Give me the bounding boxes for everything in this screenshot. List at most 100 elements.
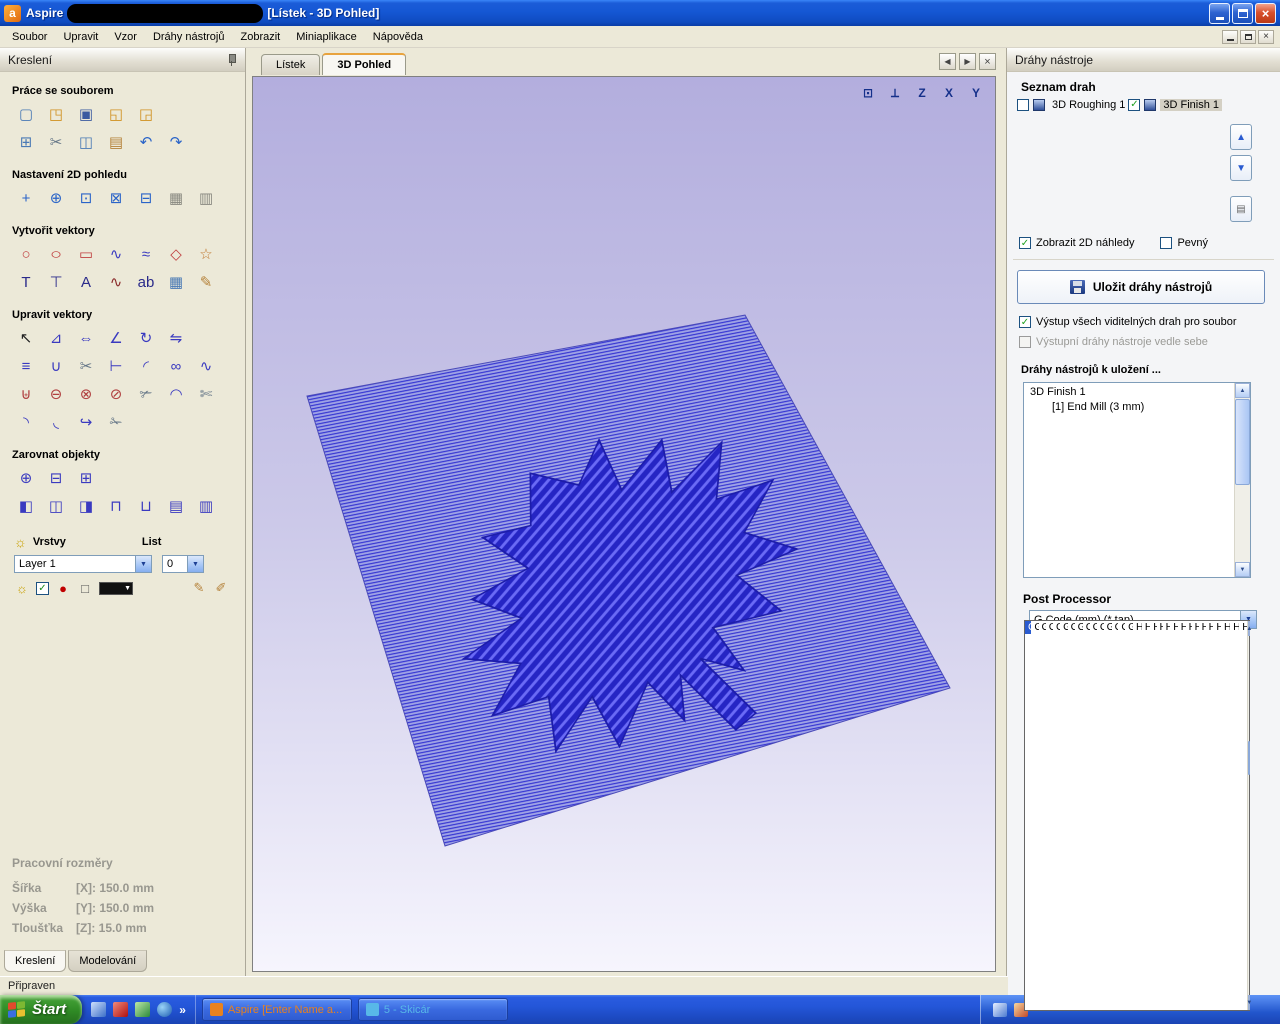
undo-icon[interactable]: ↶ (134, 130, 158, 154)
scroll-down-icon[interactable] (1248, 995, 1250, 1010)
draw-curve-icon[interactable]: ≈ (134, 242, 158, 266)
draw-polygon-icon[interactable]: ◇ (164, 242, 188, 266)
align-top-icon[interactable]: ⊓ (104, 494, 128, 518)
quicklaunch-overflow-chevron[interactable] (179, 1003, 186, 1017)
vector-texture-icon[interactable]: ✎ (194, 270, 218, 294)
menu-soubor[interactable]: Soubor (4, 28, 55, 46)
slice-icon[interactable]: ⊘ (104, 382, 128, 406)
new-file-icon[interactable]: ▢ (14, 102, 38, 126)
layer-edit-table-icon[interactable]: ✎ (191, 580, 207, 596)
array-copy-icon[interactable]: ▦ (164, 270, 188, 294)
guides-icon[interactable]: ▥ (194, 186, 218, 210)
menu-drahy-nastroju[interactable]: Dráhy nástrojů (145, 28, 233, 46)
smooth-icon[interactable]: ∿ (194, 354, 218, 378)
minimize-button[interactable] (1209, 3, 1230, 24)
import-vectors-icon[interactable]: ◱ (104, 102, 128, 126)
toolpath-move-up-button[interactable] (1230, 124, 1252, 150)
doc-tab-close-button[interactable] (979, 53, 996, 70)
3d-viewport[interactable]: ⊡ ⟂ ZXY (252, 76, 996, 972)
quicklaunch-browser-icon[interactable] (157, 1002, 172, 1017)
toolpaths-to-save-list[interactable]: 3D Finish 1[1] End Mill (3 mm) (1023, 382, 1251, 578)
align-left-icon[interactable]: ◧ (14, 494, 38, 518)
snip-icon[interactable]: ✁ (104, 410, 128, 434)
doc-tab-3d-pohled[interactable]: 3D Pohled (322, 53, 406, 75)
draw-text-icon[interactable]: T (14, 270, 38, 294)
align-right-icon[interactable]: ◨ (74, 494, 98, 518)
align-bottom-icon[interactable]: ⊔ (134, 494, 158, 518)
tray-icon-1[interactable] (993, 1003, 1007, 1017)
doc-tab-listek[interactable]: Lístek (261, 54, 320, 75)
chamfer-icon[interactable]: ◟ (44, 410, 68, 434)
menu-napoveda[interactable]: Nápověda (365, 28, 431, 46)
menu-upravit[interactable]: Upravit (55, 28, 106, 46)
mdi-minimize-button[interactable] (1222, 30, 1238, 44)
grid-toggle-icon[interactable]: ▦ (164, 186, 188, 210)
maximize-button[interactable] (1232, 3, 1253, 24)
x-axis-view-icon[interactable]: X (940, 85, 958, 101)
weld-boolean-icon[interactable]: ⊎ (14, 382, 38, 406)
tab-modelovani[interactable]: Modelování (68, 950, 147, 972)
text-spacing-icon[interactable]: ab (134, 270, 158, 294)
menu-zobrazit[interactable]: Zobrazit (233, 28, 289, 46)
menu-miniaplikace[interactable]: Miniaplikace (288, 28, 365, 46)
dropdown-scrollbar[interactable] (1247, 621, 1249, 1010)
zoom-extents-icon[interactable]: ⊠ (104, 186, 128, 210)
draw-star-icon[interactable]: ☆ (194, 242, 218, 266)
select-tool-icon[interactable]: ↖ (14, 326, 38, 350)
z-axis-view-icon[interactable]: Z (913, 85, 931, 101)
auto-text-icon[interactable]: A (74, 270, 98, 294)
toolpath-item-3d-roughing-1[interactable]: 3D Roughing 1 (1017, 96, 1128, 113)
export-vectors-icon[interactable]: ◲ (134, 102, 158, 126)
center-in-material-icon[interactable]: ⊕ (14, 466, 38, 490)
weld-icon[interactable]: ∪ (44, 354, 68, 378)
layer-color-swatch[interactable]: ▼ (99, 582, 133, 595)
pin-panel-icon[interactable] (226, 54, 237, 66)
zoom-selection-icon[interactable]: ⊟ (134, 186, 158, 210)
doc-tab-prev-button[interactable] (939, 53, 956, 70)
save-file-icon[interactable]: ▣ (74, 102, 98, 126)
scale-view-icon[interactable]: ⊡ (859, 85, 877, 101)
show-2d-previews-checkbox[interactable]: Zobrazit 2D náhledy (1019, 237, 1134, 249)
layer-active-checkbox[interactable]: ✓ (36, 582, 49, 595)
save-item-end-mill[interactable]: [1] End Mill (3 mm) (1026, 400, 1232, 415)
save-list-scrollbar[interactable] (1234, 383, 1250, 577)
mdi-close-button[interactable] (1258, 30, 1274, 44)
output-all-visible-checkbox[interactable]: Výstup všech viditelných drah pro soubor (1007, 304, 1280, 328)
mdi-restore-button[interactable] (1240, 30, 1256, 44)
open-file-icon[interactable]: ◳ (44, 102, 68, 126)
knife-icon[interactable]: ✃ (134, 382, 158, 406)
zoom-box-icon[interactable]: ⊡ (74, 186, 98, 210)
offset-icon[interactable]: ≡ (14, 354, 38, 378)
mirror-icon[interactable]: ⇋ (164, 326, 188, 350)
space-vertical-icon[interactable]: ▥ (194, 494, 218, 518)
y-axis-view-icon[interactable]: Y (967, 85, 985, 101)
window-titlebar[interactable]: Aspire [Lístek - 3D Pohled] (0, 0, 1280, 26)
doc-tab-next-button[interactable] (959, 53, 976, 70)
toolpath-visibility-checkbox[interactable]: ✓ (1128, 99, 1140, 111)
save-toolpaths-button[interactable]: Uložit dráhy nástrojů (1017, 270, 1265, 304)
draw-circle-icon[interactable]: ○ (14, 242, 38, 266)
layer-select[interactable]: Layer 1 (14, 555, 152, 573)
subtract-icon[interactable]: ⊖ (44, 382, 68, 406)
quicklaunch-corel-icon[interactable] (135, 1002, 150, 1017)
output-side-by-side-checkbox[interactable]: Výstupní dráhy nástroje vedle sebe (1007, 328, 1280, 348)
scroll-down-icon[interactable] (1235, 562, 1250, 577)
layer-blank-swatch-icon[interactable]: □ (77, 580, 93, 596)
scrollbar-thumb[interactable] (1235, 399, 1250, 485)
toolpath-item-3d-finish-1[interactable]: ✓ 3D Finish 1 (1128, 96, 1222, 113)
text-box-icon[interactable]: ⊤ (44, 270, 68, 294)
task-button-skicar[interactable]: 5 - Skicár (358, 998, 508, 1021)
cut-icon[interactable]: ✂ (44, 130, 68, 154)
job-setup-icon[interactable]: ⊞ (14, 130, 38, 154)
fillet-corner-icon[interactable]: ◝ (14, 410, 38, 434)
extend-icon[interactable]: ⊢ (104, 354, 128, 378)
quicklaunch-acrobat-icon[interactable] (113, 1002, 128, 1017)
chevron-down-icon[interactable] (187, 556, 203, 572)
pan-view-icon[interactable]: + (14, 186, 38, 210)
start-button[interactable]: Štart (0, 995, 82, 1024)
3d-toolpath-preview[interactable] (253, 77, 995, 971)
close-button[interactable] (1255, 3, 1276, 24)
iso-view-icon[interactable]: ⟂ (886, 85, 904, 101)
sheet-select[interactable]: 0 (162, 555, 204, 573)
draw-ellipse-icon[interactable]: ○ (40, 242, 72, 266)
